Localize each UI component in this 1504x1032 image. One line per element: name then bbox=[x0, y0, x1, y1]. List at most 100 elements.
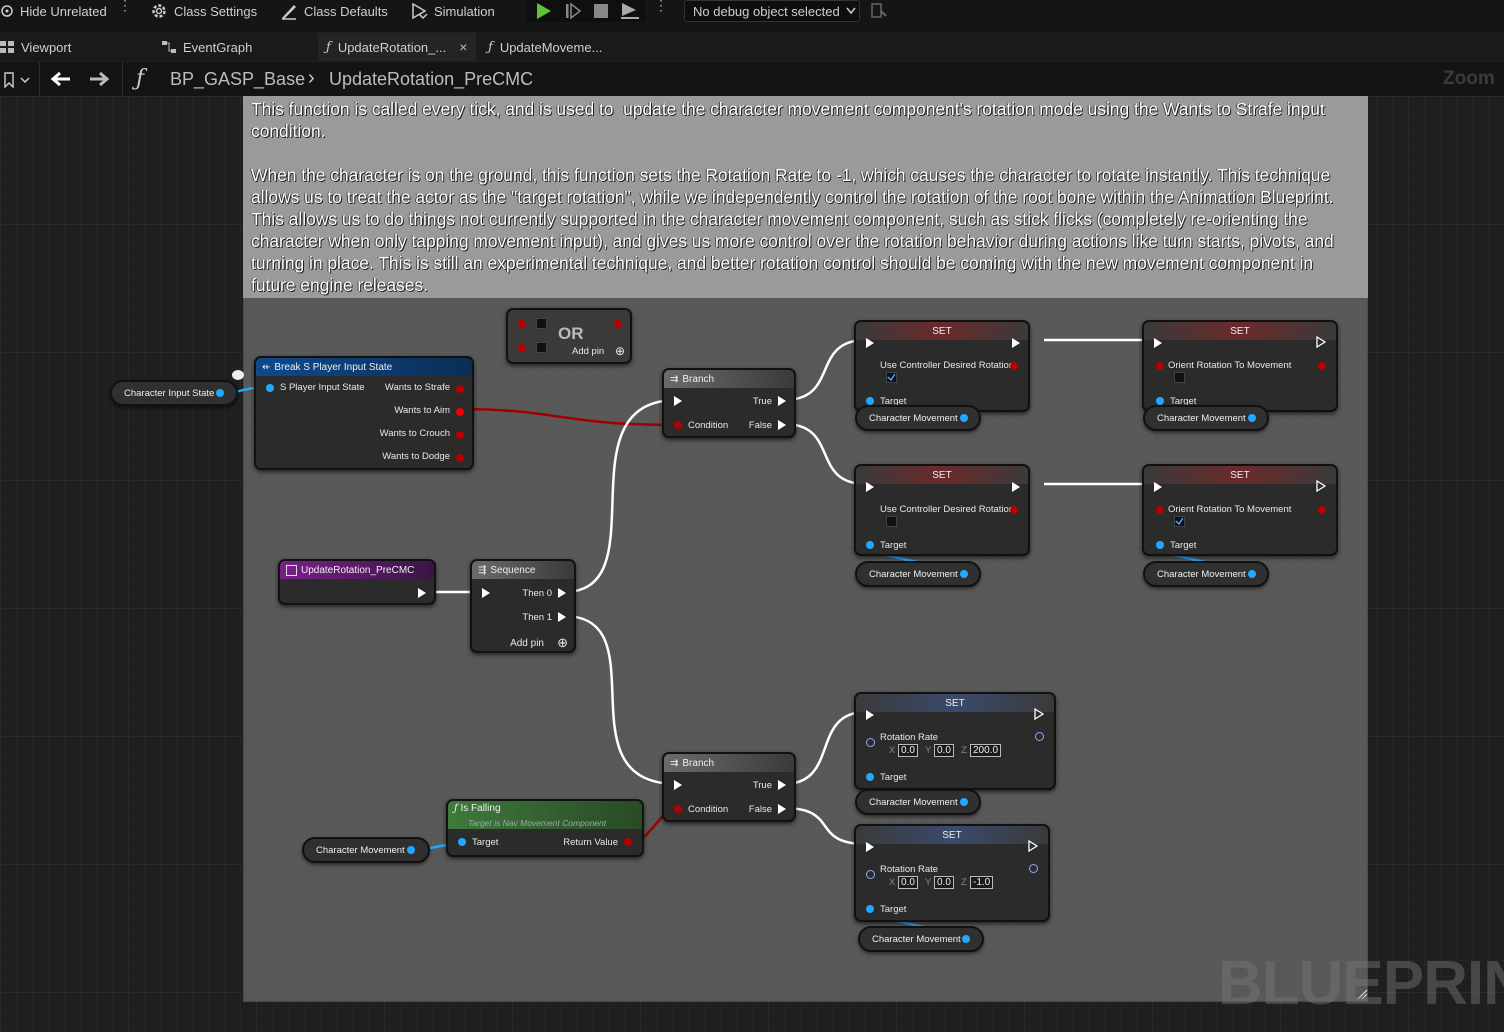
output-pin[interactable] bbox=[624, 838, 632, 846]
input-pin[interactable] bbox=[1156, 541, 1164, 549]
class-settings-button[interactable]: Class Settings bbox=[150, 0, 257, 22]
input-pin[interactable] bbox=[866, 773, 874, 781]
tab-updatemovement[interactable]: ƒ UpdateMoveme... bbox=[480, 33, 640, 61]
add-pin-label[interactable]: Add pin bbox=[572, 346, 604, 357]
exec-in-pin[interactable] bbox=[866, 710, 874, 720]
input-pin[interactable] bbox=[1156, 506, 1164, 514]
input-pin[interactable] bbox=[866, 905, 874, 913]
output-pin[interactable] bbox=[456, 431, 464, 439]
input-pin[interactable] bbox=[458, 838, 466, 846]
forward-arrow-icon[interactable] bbox=[88, 71, 110, 87]
checkbox[interactable] bbox=[536, 318, 547, 329]
branch-node-2[interactable]: ⇉ Branch True Condition False bbox=[662, 752, 796, 822]
or-node[interactable]: OR Add pin ⊕ bbox=[506, 308, 632, 364]
output-pin[interactable] bbox=[1248, 414, 1256, 422]
stop-icon[interactable] bbox=[592, 2, 610, 20]
playback-options-icon[interactable]: ⋮ bbox=[654, 0, 668, 12]
output-pin[interactable] bbox=[216, 389, 224, 397]
output-pin[interactable] bbox=[1318, 506, 1326, 514]
input-pin[interactable] bbox=[518, 320, 526, 328]
output-pin[interactable] bbox=[1318, 362, 1326, 370]
checkbox-checked[interactable] bbox=[1174, 516, 1185, 527]
input-pin[interactable] bbox=[866, 397, 874, 405]
input-pin[interactable] bbox=[866, 541, 874, 549]
tab-eventgraph[interactable]: EventGraph bbox=[162, 33, 312, 61]
step-icon[interactable] bbox=[564, 2, 582, 20]
rotation-y-field[interactable]: 0.0 bbox=[934, 744, 954, 757]
exec-in-pin[interactable] bbox=[674, 780, 682, 790]
set-use-controller-node-1[interactable]: SET Use Controller Desired Rotation Targ… bbox=[854, 320, 1030, 412]
exec-out-pin[interactable] bbox=[1316, 480, 1326, 492]
back-arrow-icon[interactable] bbox=[50, 71, 72, 87]
exec-in-pin[interactable] bbox=[482, 588, 490, 598]
output-pin[interactable] bbox=[962, 935, 970, 943]
play-icon[interactable] bbox=[535, 2, 553, 20]
set-rotation-rate-node-1[interactable]: SET Rotation Rate X 0.0 Y 0.0 Z 200.0 Ta… bbox=[854, 692, 1056, 790]
debug-filter-icon[interactable] bbox=[870, 2, 888, 20]
is-falling-node[interactable]: ƒ Is Falling Target is Nav Movement Comp… bbox=[446, 799, 644, 857]
breadcrumb-root[interactable]: BP_GASP_Base bbox=[170, 69, 305, 90]
rotation-z-field[interactable]: 200.0 bbox=[970, 744, 1002, 757]
output-pin[interactable] bbox=[960, 570, 968, 578]
rotation-y-field[interactable]: 0.0 bbox=[934, 876, 954, 889]
set-orient-rotation-node-2[interactable]: SET Orient Rotation To Movement Target bbox=[1142, 464, 1338, 556]
add-pin-label[interactable]: Add pin bbox=[510, 638, 544, 649]
input-pin[interactable] bbox=[518, 344, 526, 352]
rotation-z-field[interactable]: -1.0 bbox=[970, 876, 994, 889]
eject-icon[interactable] bbox=[620, 2, 640, 20]
exec-in-pin[interactable] bbox=[1154, 482, 1162, 492]
add-pin-icon[interactable]: ⊕ bbox=[557, 635, 568, 651]
rotation-x-field[interactable]: 0.0 bbox=[898, 744, 918, 757]
exec-out-pin[interactable] bbox=[1012, 482, 1020, 492]
output-pin[interactable] bbox=[1010, 362, 1018, 370]
exec-out-pin[interactable] bbox=[778, 780, 786, 790]
exec-out-pin[interactable] bbox=[558, 612, 566, 622]
graph-canvas[interactable]: This function is called every tick, and … bbox=[0, 96, 1504, 1032]
rotation-x-field[interactable]: 0.0 bbox=[898, 876, 918, 889]
input-pin[interactable] bbox=[866, 738, 875, 747]
function-entry-node[interactable]: UpdateRotation_PreCMC bbox=[278, 559, 436, 605]
exec-out-pin[interactable] bbox=[418, 588, 426, 598]
output-pin[interactable] bbox=[614, 320, 622, 328]
output-pin[interactable] bbox=[456, 385, 464, 393]
output-pin[interactable] bbox=[407, 846, 415, 854]
output-pin[interactable] bbox=[456, 408, 464, 416]
exec-in-pin[interactable] bbox=[866, 338, 874, 348]
exec-in-pin[interactable] bbox=[1154, 338, 1162, 348]
add-pin-icon[interactable]: ⊕ bbox=[615, 344, 625, 358]
input-pin[interactable] bbox=[674, 805, 682, 813]
simulation-button[interactable]: Simulation bbox=[410, 0, 495, 22]
debug-object-dropdown[interactable]: No debug object selected bbox=[684, 0, 860, 22]
class-defaults-button[interactable]: Class Defaults bbox=[280, 0, 388, 22]
exec-out-pin[interactable] bbox=[778, 396, 786, 406]
checkbox[interactable] bbox=[536, 342, 547, 353]
input-pin[interactable] bbox=[674, 421, 682, 429]
exec-out-pin[interactable] bbox=[1316, 336, 1326, 348]
checkbox[interactable] bbox=[1174, 372, 1185, 383]
hide-unrelated-button[interactable]: Hide Unrelated bbox=[0, 0, 107, 22]
tab-viewport[interactable]: Viewport bbox=[0, 33, 150, 61]
exec-out-pin[interactable] bbox=[778, 804, 786, 814]
close-icon[interactable]: × bbox=[459, 39, 467, 55]
output-pin[interactable] bbox=[1010, 506, 1018, 514]
exec-out-pin[interactable] bbox=[1028, 840, 1038, 852]
exec-out-pin[interactable] bbox=[778, 420, 786, 430]
input-pin[interactable] bbox=[266, 384, 274, 392]
exec-out-pin[interactable] bbox=[558, 588, 566, 598]
input-pin[interactable] bbox=[1156, 362, 1164, 370]
output-pin[interactable] bbox=[1248, 570, 1256, 578]
break-player-input-state-node[interactable]: ⇷ Break S Player Input State S Player In… bbox=[254, 356, 474, 470]
output-pin[interactable] bbox=[960, 414, 968, 422]
exec-out-pin[interactable] bbox=[1012, 338, 1020, 348]
sequence-node[interactable]: ⇶ Sequence Then 0 Then 1 Add pin ⊕ bbox=[470, 559, 576, 653]
input-pin[interactable] bbox=[1156, 397, 1164, 405]
exec-in-pin[interactable] bbox=[866, 842, 874, 852]
output-pin[interactable] bbox=[1029, 864, 1038, 873]
set-rotation-rate-node-2[interactable]: SET Rotation Rate X 0.0 Y 0.0 Z -1.0 Tar… bbox=[854, 824, 1050, 922]
checkbox-checked[interactable] bbox=[886, 372, 897, 383]
input-pin[interactable] bbox=[866, 870, 875, 879]
exec-in-pin[interactable] bbox=[866, 482, 874, 492]
output-pin[interactable] bbox=[1035, 732, 1044, 741]
exec-out-pin[interactable] bbox=[1034, 708, 1044, 720]
set-orient-rotation-node-1[interactable]: SET Orient Rotation To Movement Target bbox=[1142, 320, 1338, 412]
